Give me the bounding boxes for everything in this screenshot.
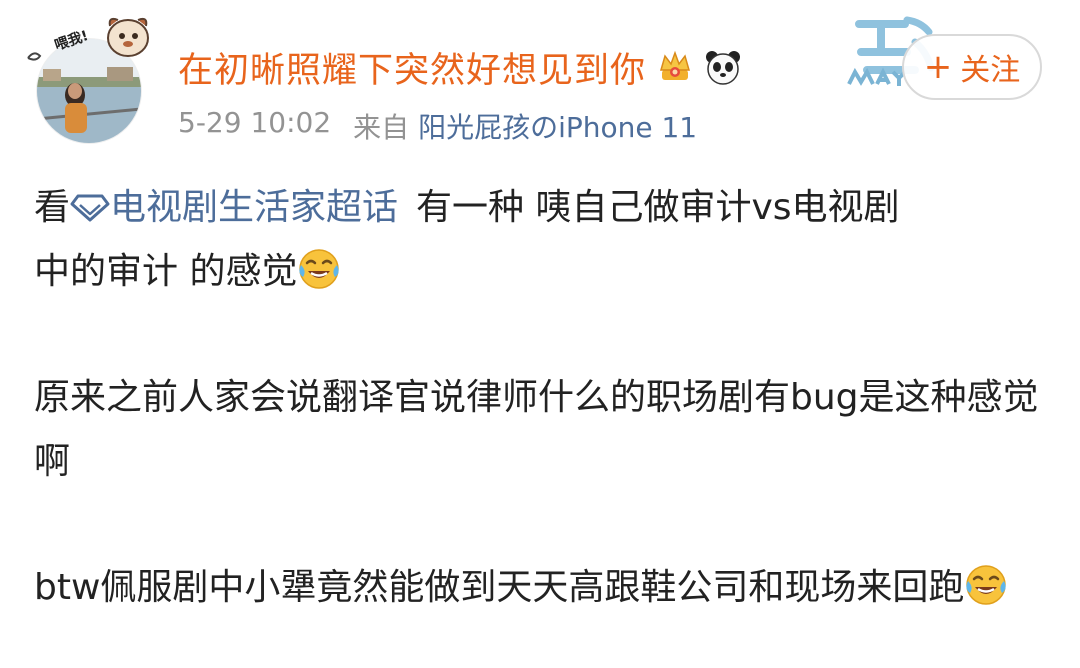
post-source[interactable]: 阳光屁孩のiPhone 11 <box>418 111 697 144</box>
paragraph-2: 原来之前人家会说翻译官说律师什么的职场剧有bug是这种感觉啊 <box>34 377 1039 482</box>
paragraph-3: btw佩服剧中小犟竟然能做到天天高跟鞋公司和现场来回跑 <box>34 556 1044 620</box>
laughing-tears-emoji <box>299 249 340 289</box>
supertopic-link[interactable]: 电视剧生活家超话 <box>110 187 398 228</box>
post-meta: 5-29 10:02 来自 阳光屁孩のiPhone 11 <box>178 106 697 146</box>
paragraph-1-text: 有一种 咦自己做审计vs电视剧 <box>416 187 900 228</box>
name-row: 在初晰照耀下突然好想见到你 <box>178 40 742 94</box>
paragraph-1: 看 电视剧生活家超话 有一种 咦自己做审计vs电视剧 中的审计 的感觉 <box>34 176 1044 304</box>
post-content: 看 电视剧生活家超话 有一种 咦自己做审计vs电视剧 中的审计 的感觉 原来之前人… <box>34 176 1044 620</box>
crown-badge-icon[interactable] <box>656 48 694 86</box>
plus-icon: + <box>923 47 953 87</box>
supertopic-diamond-icon <box>70 194 110 222</box>
follow-label: 关注 <box>960 53 1021 88</box>
paragraph-1-text-cont: 中的审计 的感觉 <box>34 251 298 292</box>
username[interactable]: 在初晰照耀下突然好想见到你 <box>178 42 646 93</box>
panda-badge-icon[interactable] <box>704 48 742 86</box>
post-time: 5-29 10:02 <box>178 106 332 139</box>
avatar-container[interactable]: 喂我! <box>24 14 154 149</box>
weibo-post: 喂我! 在初晰照耀下突然好想见到你 5-29 10:02 来自 阳光屁孩のiPh… <box>0 0 1080 668</box>
paragraph-1-prefix: 看 <box>34 187 71 228</box>
paragraph-3-text: btw佩服剧中小犟竟然能做到天天高跟鞋公司和现场来回跑 <box>34 567 965 608</box>
follow-button[interactable]: + 关注 <box>902 34 1042 100</box>
source-prefix: 来自 <box>353 111 410 144</box>
laughing-tears-emoji <box>966 565 1007 605</box>
